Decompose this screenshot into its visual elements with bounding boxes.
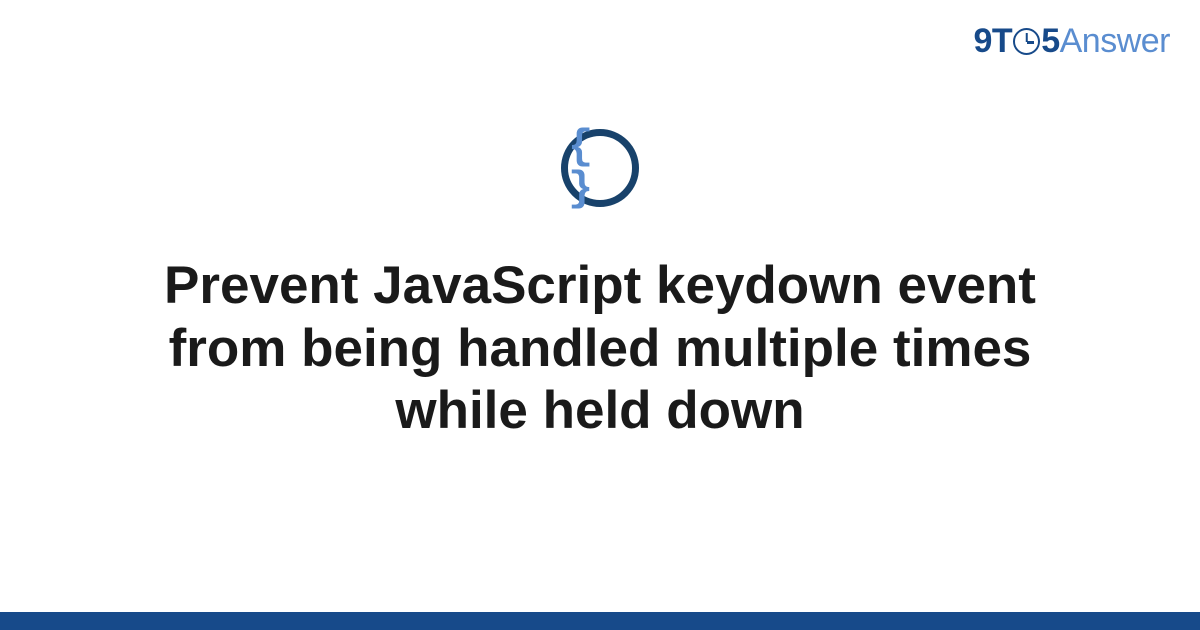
topic-icon-ring: { } [561,129,639,207]
logo-text-answer: Answer [1060,22,1170,61]
clock-icon [1013,28,1040,55]
site-logo: 9T 5 Answer [974,22,1170,61]
main-content: { } Prevent JavaScript keydown event fro… [0,129,1200,443]
logo-text-5: 5 [1041,22,1059,61]
footer-bar [0,612,1200,630]
question-title: Prevent JavaScript keydown event from be… [60,255,1140,443]
logo-text-9t: 9T [974,22,1013,61]
code-braces-icon: { } [568,126,632,210]
